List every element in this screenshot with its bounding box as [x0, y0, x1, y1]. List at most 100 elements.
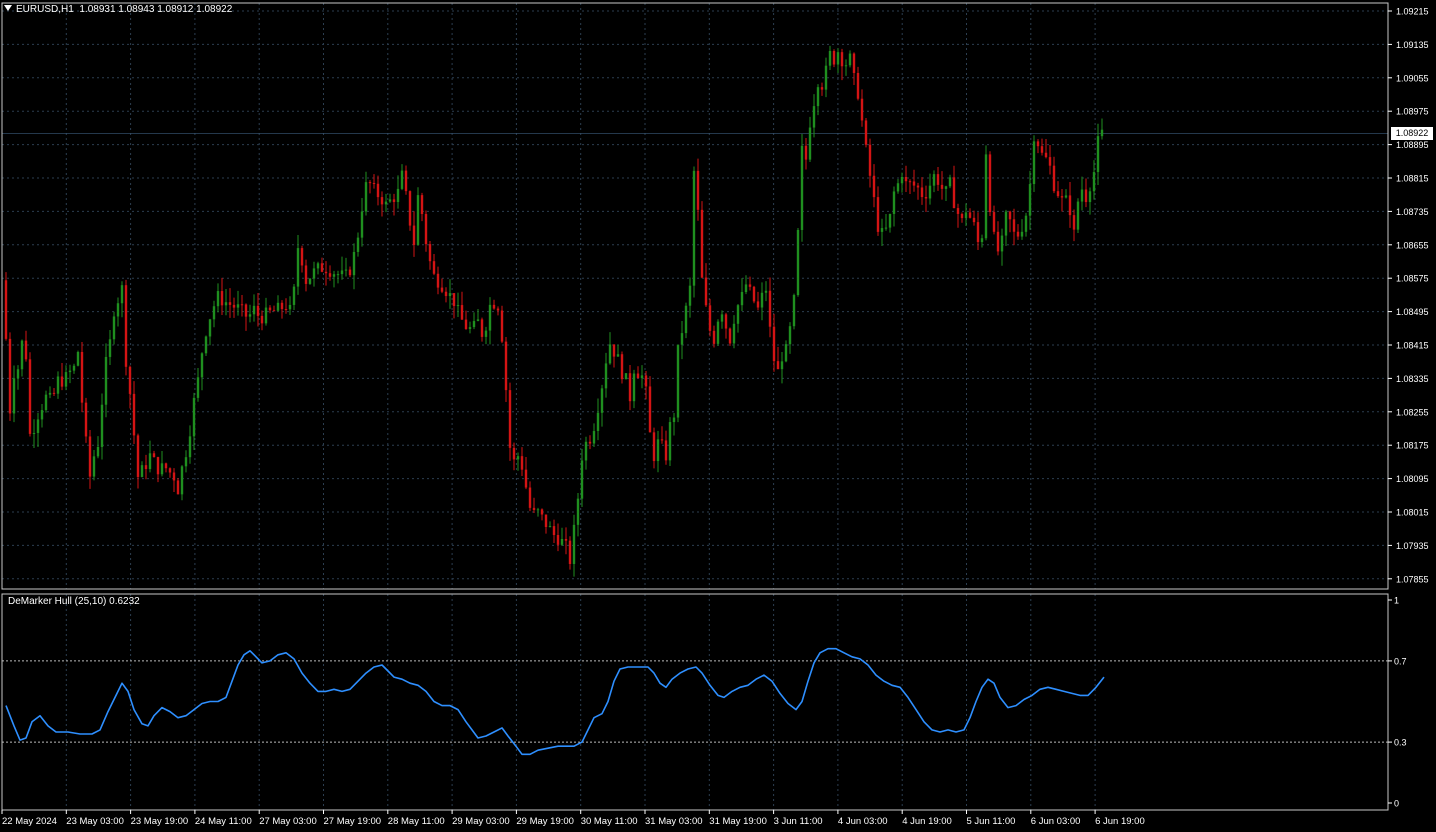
candle-body: [400, 170, 404, 189]
candle-body: [664, 440, 668, 461]
dropdown-triangle-icon[interactable]: [4, 5, 12, 11]
time-tick-label: 23 May 19:00: [131, 816, 189, 827]
candle-body: [136, 435, 140, 477]
time-axis: 22 May 2024 23 May 03:00 23 May 19:00 24 Ma…: [1, 810, 1145, 827]
candle-body: [244, 304, 248, 317]
candle-body: [596, 412, 600, 432]
candle-body: [1084, 189, 1088, 203]
candle-body: [560, 538, 564, 545]
candle-body: [988, 154, 992, 213]
candle-body: [984, 154, 988, 239]
candle-body: [848, 53, 852, 66]
candle-body: [280, 302, 284, 310]
candle-body: [888, 213, 892, 228]
candle-body: [1076, 201, 1080, 230]
candle-body: [948, 177, 952, 187]
candle-body: [256, 305, 260, 316]
candle-body: [56, 376, 60, 394]
candle-body: [816, 87, 820, 107]
candle-body: [820, 87, 824, 90]
candle-body: [1036, 141, 1040, 147]
candle-body: [1064, 195, 1068, 198]
candle-body: [1016, 231, 1020, 237]
candle-body: [1072, 215, 1076, 230]
candle-body: [152, 453, 156, 458]
candle-body: [768, 290, 772, 327]
candle-body: [232, 304, 236, 308]
indicator-tick-label: 0: [1394, 799, 1399, 809]
candle-body: [564, 538, 568, 541]
candle-body: [1032, 141, 1036, 185]
candle-body: [520, 456, 524, 470]
price-tick-label: 1.08495: [1396, 307, 1429, 317]
candle-body: [492, 304, 496, 309]
candle-body: [48, 392, 52, 395]
candle-body: [248, 314, 252, 317]
candle-body: [536, 509, 540, 511]
candle-body: [104, 356, 108, 405]
candle-body: [336, 274, 340, 276]
indicator-tick-label: 0.3: [1394, 738, 1407, 748]
candle-body: [64, 372, 68, 387]
candle-body: [840, 52, 844, 67]
candle-body: [1080, 189, 1084, 202]
candle-body: [504, 341, 508, 391]
candle-body: [380, 197, 384, 205]
candle-body: [964, 212, 968, 219]
candle-body: [600, 388, 604, 413]
candle-body: [640, 375, 644, 379]
candle-body: [784, 344, 788, 362]
candle-body: [124, 285, 128, 367]
time-tick-label: 31 May 19:00: [709, 816, 767, 827]
candle-body: [444, 291, 448, 297]
candle-body: [448, 293, 452, 297]
time-tick-label: 22 May 2024: [2, 816, 57, 827]
candle-body: [972, 217, 976, 223]
candle-body: [644, 375, 648, 387]
candle-body: [352, 251, 356, 276]
candle-body: [220, 291, 224, 306]
candle-body: [464, 319, 468, 329]
candle-body: [472, 321, 476, 328]
trading-chart[interactable]: 1.09215 1.09135 1.09055 1.08975 1.08895 1.088…: [0, 0, 1436, 832]
candle-body: [704, 277, 708, 306]
candle-body: [656, 439, 660, 462]
candle-body: [916, 185, 920, 188]
candle-body: [976, 222, 980, 243]
candle-body: [1068, 195, 1072, 216]
candle-body: [368, 182, 372, 184]
price-tick-label: 1.08815: [1396, 174, 1429, 184]
candle-body: [836, 52, 840, 65]
candle-body: [720, 314, 724, 322]
candle-body: [856, 72, 860, 99]
candle-body: [80, 351, 84, 403]
candle-body: [264, 307, 268, 324]
candle-body: [268, 307, 272, 311]
price-tick-label: 1.09135: [1396, 40, 1429, 50]
candle-body: [316, 263, 320, 269]
candle-body: [344, 269, 348, 271]
candle-body: [764, 290, 768, 293]
candle-body: [340, 270, 344, 275]
candle-body: [1012, 219, 1016, 232]
candle-body: [884, 227, 888, 229]
candle-body: [192, 397, 196, 437]
candle-body: [672, 417, 676, 423]
candle-body: [876, 197, 880, 232]
candle-body: [236, 304, 240, 308]
candle-body: [12, 378, 16, 414]
candle-body: [1004, 211, 1008, 236]
candle-body: [140, 465, 144, 477]
candle-body: [872, 175, 876, 198]
candle-body: [408, 191, 412, 226]
candle-body: [1096, 136, 1100, 173]
candle-body: [900, 176, 904, 184]
candle-body: [72, 365, 76, 371]
candle-body: [1040, 146, 1044, 153]
candle-body: [960, 213, 964, 219]
candle-body: [992, 212, 996, 232]
time-tick-label: 3 Jun 11:00: [774, 816, 823, 827]
candle-body: [576, 498, 580, 525]
candle-body: [896, 183, 900, 192]
candle-body: [392, 199, 396, 203]
